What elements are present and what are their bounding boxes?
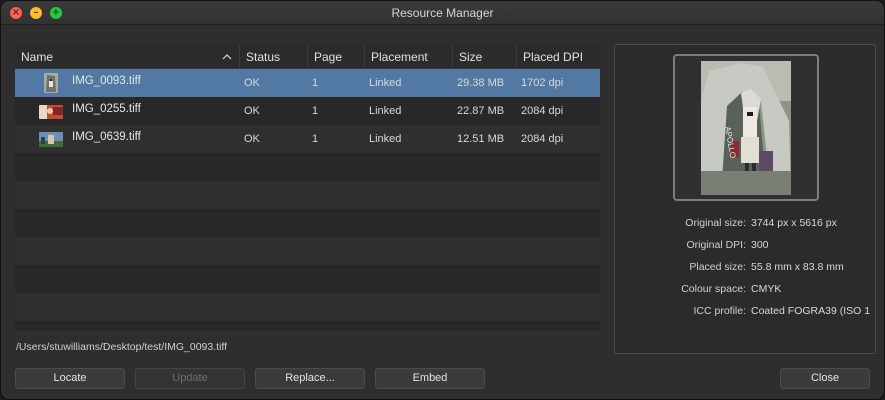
file-name: IMG_0639.tiff xyxy=(72,131,141,143)
size-cell: 29.38 MB xyxy=(457,77,505,89)
close-button[interactable]: Close xyxy=(780,368,870,389)
placed-dpi-cell: 2084 dpi xyxy=(521,105,564,117)
chevron-up-icon[interactable] xyxy=(221,51,233,63)
locate-button[interactable]: Locate xyxy=(15,368,125,389)
column-header-placement[interactable]: Placement xyxy=(365,45,453,69)
icc-profile-label: ICC profile: xyxy=(693,305,746,317)
preview-frame: APOLLO xyxy=(673,54,819,201)
size-cell: 12.51 MB xyxy=(457,133,505,145)
size-cell: 22.87 MB xyxy=(457,105,505,117)
table-row[interactable]: IMG_0639.tiff OK 1 Linked 12.51 MB 2084 … xyxy=(15,125,600,153)
image-preview: APOLLO xyxy=(701,61,791,195)
preview-panel: APOLLO Original size: 3744 px x 5616 px … xyxy=(614,44,876,354)
table-row[interactable]: IMG_0255.tiff OK 1 Linked 22.87 MB 2084 … xyxy=(15,97,600,125)
placed-size-label: Placed size: xyxy=(689,261,746,273)
placed-dpi-cell: 2084 dpi xyxy=(521,133,564,145)
original-dpi-row: Original DPI: 300 xyxy=(615,239,877,253)
column-header-size[interactable]: Size xyxy=(453,45,517,69)
original-dpi-value: 300 xyxy=(751,239,769,251)
column-header-name[interactable]: Name xyxy=(15,45,240,69)
replace-button[interactable]: Replace... xyxy=(255,368,365,389)
title-bar[interactable]: × – + Resource Manager xyxy=(1,1,884,25)
status-cell: OK xyxy=(244,77,260,89)
original-size-row: Original size: 3744 px x 5616 px xyxy=(615,217,877,231)
column-header-placed-dpi[interactable]: Placed DPI xyxy=(517,45,600,69)
placed-size-value: 55.8 mm x 83.8 mm xyxy=(751,261,844,273)
empty-row xyxy=(15,181,600,209)
window-title: Resource Manager xyxy=(391,6,494,20)
file-path: /Users/stuwilliams/Desktop/test/IMG_0093… xyxy=(16,341,228,353)
icc-profile-value: Coated FOGRA39 (ISO 1 xyxy=(751,305,871,317)
empty-row xyxy=(15,321,600,331)
page-cell: 1 xyxy=(312,77,319,89)
column-header-status[interactable]: Status xyxy=(240,45,308,69)
update-button[interactable]: Update xyxy=(135,368,245,389)
icc-profile-row: ICC profile: Coated FOGRA39 (ISO 1 xyxy=(615,305,877,319)
placement-cell: Linked xyxy=(369,77,402,89)
original-size-value: 3744 px x 5616 px xyxy=(751,217,837,229)
page-cell: 1 xyxy=(312,105,319,117)
empty-row xyxy=(15,153,600,181)
embed-button[interactable]: Embed xyxy=(375,368,485,389)
empty-row xyxy=(15,209,600,237)
colour-space-value: CMYK xyxy=(751,283,782,295)
file-name: IMG_0093.tiff xyxy=(72,75,141,87)
column-header-page[interactable]: Page xyxy=(308,45,365,69)
placed-dpi-cell: 1702 dpi xyxy=(521,77,564,89)
placement-cell: Linked xyxy=(369,105,402,117)
resource-table[interactable]: Name Status Page Placement Size Placed D… xyxy=(15,45,600,331)
status-cell: OK xyxy=(244,105,260,117)
resource-manager-window: × – + Resource Manager Name Status Page … xyxy=(0,0,885,400)
empty-row xyxy=(15,237,600,265)
placement-cell: Linked xyxy=(369,133,402,145)
empty-row xyxy=(15,265,600,293)
page-cell: 1 xyxy=(312,133,319,145)
colour-space-label: Colour space: xyxy=(681,283,746,295)
table-row[interactable]: IMG_0093.tiff OK 1 Linked 29.38 MB 1702 … xyxy=(15,69,600,97)
original-size-label: Original size: xyxy=(685,217,746,229)
colour-space-row: Colour space: CMYK xyxy=(615,283,877,297)
placed-size-row: Placed size: 55.8 mm x 83.8 mm xyxy=(615,261,877,275)
status-cell: OK xyxy=(244,133,260,145)
original-dpi-label: Original DPI: xyxy=(686,239,746,251)
empty-row xyxy=(15,293,600,321)
file-name: IMG_0255.tiff xyxy=(72,103,141,115)
table-header: Name Status Page Placement Size Placed D… xyxy=(15,45,600,69)
